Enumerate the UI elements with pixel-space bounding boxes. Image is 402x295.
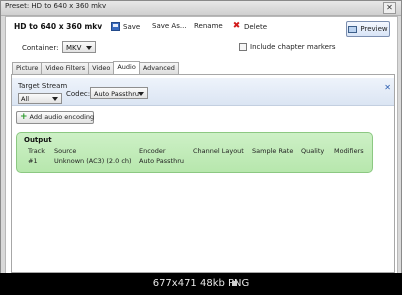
container-label: Container: (22, 44, 59, 52)
target-stream-label: Target Stream (18, 82, 68, 90)
tab-advanced[interactable]: Advanced (138, 62, 179, 74)
output-title: Output (24, 136, 52, 144)
header-modifiers: Modifiers (334, 147, 364, 155)
audio-tab-panel: Target Stream All Codec: Auto Passthru ✕… (11, 74, 395, 273)
tab-bar: Picture Video Filters Video Audio Advanc… (12, 61, 179, 74)
delete-icon: ✖ (232, 21, 241, 31)
plus-icon: + (20, 112, 28, 122)
audio-track-settings: Target Stream All Codec: Auto Passthru ✕ (12, 78, 394, 106)
title-bar: Preset: HD to 640 x 360 mkv ✕ (1, 1, 401, 16)
chapter-markers-checkbox[interactable] (239, 43, 247, 51)
header-encoder: Encoder (139, 147, 166, 155)
save-as-label: Save As... (152, 22, 187, 30)
save-label: Save (123, 22, 141, 31)
preview-label: Preview (360, 25, 388, 33)
preview-icon (348, 25, 358, 33)
chevron-down-icon (52, 97, 58, 101)
header-sample-rate: Sample Rate (252, 147, 294, 155)
target-stream-value: All (21, 95, 30, 103)
row-encoder: Auto Passthru (139, 157, 185, 165)
delete-label: Delete (244, 22, 267, 31)
header-source: Source (54, 147, 77, 155)
save-button[interactable]: Save (111, 22, 140, 31)
rename-label: Rename (194, 22, 223, 30)
save-icon (111, 22, 120, 31)
tab-audio[interactable]: Audio (113, 61, 140, 74)
window-title: Preset: HD to 640 x 360 mkv (5, 2, 107, 10)
target-stream-select[interactable]: All (18, 93, 62, 104)
add-audio-label: Add audio encoding (29, 113, 95, 121)
resize-icon (232, 281, 237, 286)
container-value: MKV (66, 44, 82, 52)
preset-panel: HD to 640 x 360 mkv Save Save As... Rena… (5, 16, 398, 275)
preview-button[interactable]: Preview (346, 21, 390, 37)
close-window-button[interactable]: ✕ (383, 2, 396, 14)
status-text: 677x471 48kb PNG (152, 278, 250, 289)
save-as-button[interactable]: Save As... (152, 22, 187, 30)
preset-name: HD to 640 x 360 mkv (14, 22, 103, 31)
row-source: Unknown (AC3) (2.0 ch) (54, 157, 132, 165)
header-track: Track (28, 147, 46, 155)
header-channel-layout: Channel Layout (193, 147, 244, 155)
header-quality: Quality (301, 147, 325, 155)
container-select[interactable]: MKV (62, 41, 96, 53)
chevron-down-icon (138, 92, 144, 96)
preset-window: Preset: HD to 640 x 360 mkv ✕ HD to 640 … (0, 0, 402, 295)
row-track: #1 (28, 157, 38, 165)
codec-select[interactable]: Auto Passthru (90, 87, 148, 99)
add-audio-encoding-button[interactable]: + Add audio encoding (16, 111, 94, 124)
tab-video[interactable]: Video (88, 62, 115, 74)
output-summary: Output Track Source Encoder Channel Layo… (16, 132, 373, 173)
codec-value: Auto Passthru (94, 90, 140, 98)
status-bar: 677x471 48kb PNG (0, 273, 402, 295)
codec-label: Codec: (66, 90, 91, 98)
chapter-markers-label: Include chapter markers (250, 43, 336, 51)
tab-picture[interactable]: Picture (12, 62, 43, 74)
tab-video-filters[interactable]: Video Filters (41, 62, 90, 74)
chevron-down-icon (86, 46, 92, 50)
rename-button[interactable]: Rename (194, 22, 223, 30)
remove-track-button[interactable]: ✕ (384, 83, 391, 92)
delete-button[interactable]: ✖ Delete (232, 22, 267, 31)
